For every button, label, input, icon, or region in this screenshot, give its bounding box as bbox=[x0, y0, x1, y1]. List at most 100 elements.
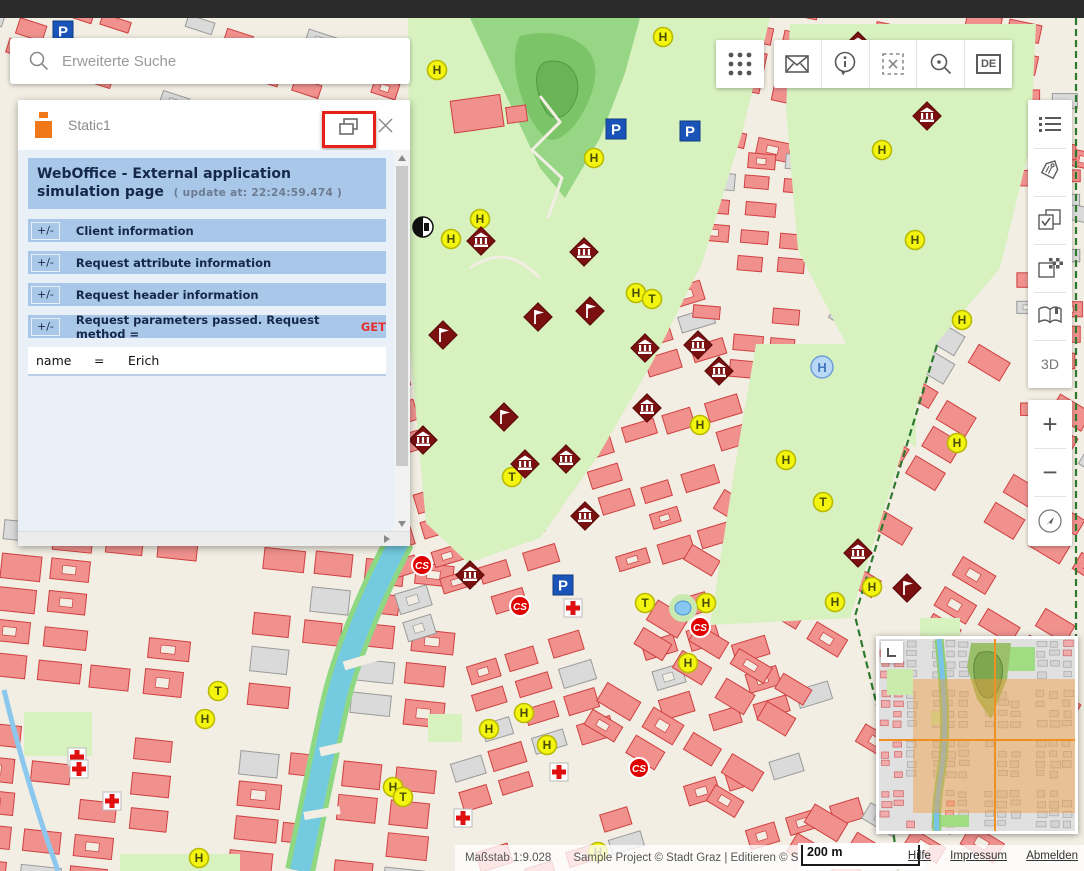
map-marker-stop[interactable]: H bbox=[480, 720, 499, 739]
svg-text:T: T bbox=[508, 470, 516, 484]
map-marker-stop[interactable]: H bbox=[691, 416, 710, 435]
static1-content: WebOffice - External application simulat… bbox=[18, 150, 410, 532]
svg-text:H: H bbox=[520, 706, 529, 720]
map-marker-stop[interactable]: H bbox=[953, 311, 972, 330]
send-mail-button[interactable] bbox=[774, 40, 822, 88]
map-marker-stop[interactable]: H bbox=[863, 578, 882, 597]
map-marker-parking[interactable]: P bbox=[606, 119, 626, 139]
vertical-scrollbar[interactable] bbox=[394, 150, 410, 532]
section-request-attribute[interactable]: +/- Request attribute information bbox=[28, 251, 386, 274]
svg-text:H: H bbox=[476, 212, 485, 226]
map-marker-hospital[interactable]: H bbox=[811, 356, 833, 378]
top-bar bbox=[0, 0, 1084, 18]
restore-window-icon[interactable] bbox=[338, 117, 360, 142]
transparency-button[interactable] bbox=[1028, 244, 1072, 292]
svg-text:H: H bbox=[447, 232, 456, 246]
map-marker-stop[interactable]: H bbox=[515, 704, 534, 723]
zoom-out-button[interactable]: − bbox=[1028, 448, 1072, 496]
map-marker-stop[interactable]: H bbox=[428, 61, 447, 80]
static1-header: Static1 bbox=[18, 100, 410, 150]
window-title: Static1 bbox=[68, 117, 111, 133]
svg-text:H: H bbox=[195, 851, 204, 865]
close-icon[interactable] bbox=[377, 117, 394, 134]
scroll-right-icon[interactable] bbox=[384, 535, 390, 543]
overview-map[interactable] bbox=[876, 636, 1078, 834]
svg-text:T: T bbox=[399, 790, 407, 804]
map-marker-pharmacy[interactable] bbox=[103, 792, 121, 810]
search-icon bbox=[28, 50, 50, 72]
help-link[interactable]: Hilfe bbox=[908, 850, 931, 862]
section-request-header[interactable]: +/- Request header information bbox=[28, 283, 386, 306]
map-marker-stop[interactable]: H bbox=[585, 149, 604, 168]
scroll-up-icon[interactable] bbox=[398, 155, 406, 161]
right-toolbar: 3D bbox=[1028, 100, 1072, 388]
clear-selection-button[interactable] bbox=[870, 40, 918, 88]
section-client-information[interactable]: +/- Client information bbox=[28, 219, 386, 242]
svg-text:CS: CS bbox=[513, 602, 527, 613]
map-marker-stop[interactable]: H bbox=[190, 849, 209, 868]
overview-collapse-button[interactable] bbox=[881, 641, 903, 663]
search-input[interactable] bbox=[60, 52, 410, 71]
static1-window: Static1 WebOffice - External application… bbox=[18, 100, 410, 546]
map-marker-stop[interactable]: H bbox=[697, 594, 716, 613]
param-name: name bbox=[36, 353, 94, 368]
map-marker-stop[interactable]: H bbox=[777, 451, 796, 470]
map-marker-pharmacy[interactable] bbox=[70, 760, 88, 778]
view-3d-button[interactable]: 3D bbox=[1028, 340, 1072, 388]
map-marker-stop[interactable]: H bbox=[471, 210, 490, 229]
identify-button[interactable] bbox=[822, 40, 870, 88]
toggle-button[interactable]: +/- bbox=[31, 286, 60, 304]
zoom-in-button[interactable]: + bbox=[1028, 400, 1072, 448]
scroll-down-icon[interactable] bbox=[398, 521, 406, 527]
map-marker-stop[interactable]: T bbox=[209, 682, 228, 701]
tag-icon bbox=[1038, 160, 1062, 184]
svg-text:H: H bbox=[953, 436, 962, 450]
map-marker-stop[interactable]: H bbox=[948, 434, 967, 453]
map-marker-carsharing[interactable]: CS bbox=[412, 555, 432, 575]
impressum-link[interactable]: Impressum bbox=[950, 850, 1007, 862]
map-marker-stop[interactable]: T bbox=[814, 493, 833, 512]
map-marker-parking[interactable]: P bbox=[553, 575, 573, 595]
map-marker-stop[interactable]: H bbox=[679, 654, 698, 673]
language-button[interactable]: DE bbox=[965, 40, 1012, 88]
overview-canvas[interactable] bbox=[879, 639, 1075, 831]
map-marker-stop[interactable]: H bbox=[196, 710, 215, 729]
table-of-contents-button[interactable] bbox=[1028, 100, 1072, 148]
map-marker-carsharing[interactable]: CS bbox=[629, 758, 649, 778]
toggle-button[interactable]: +/- bbox=[31, 254, 60, 272]
map-marker-carsharing[interactable]: CS bbox=[510, 596, 530, 616]
logout-link[interactable]: Abmelden bbox=[1026, 850, 1078, 862]
map-marker-carsharing[interactable]: CS bbox=[690, 617, 710, 637]
locate-icon bbox=[1037, 508, 1063, 534]
map-marker-stop[interactable]: T bbox=[636, 594, 655, 613]
map-marker-stop[interactable]: H bbox=[654, 28, 673, 47]
map-marker-pharmacy[interactable] bbox=[550, 763, 568, 781]
map-marker-stop[interactable]: H bbox=[873, 141, 892, 160]
horizontal-scrollbar[interactable] bbox=[18, 531, 410, 546]
map-marker-stop[interactable]: T bbox=[643, 290, 662, 309]
svg-text:H: H bbox=[911, 233, 920, 247]
apps-menu-button[interactable] bbox=[716, 40, 764, 88]
map-marker-stop[interactable]: H bbox=[538, 736, 557, 755]
selection-list-button[interactable] bbox=[1028, 196, 1072, 244]
status-bar: Maßstab 1:9.028 Sample Project © Stadt G… bbox=[455, 845, 1084, 871]
section-request-parameters[interactable]: +/- Request parameters passed. Request m… bbox=[28, 315, 386, 338]
map-marker-stop[interactable]: H bbox=[826, 593, 845, 612]
search-bar[interactable] bbox=[10, 38, 410, 84]
param-row: name = Erich bbox=[28, 347, 386, 376]
zoom-tool-button[interactable] bbox=[917, 40, 965, 88]
map-marker-stop[interactable]: H bbox=[442, 230, 461, 249]
map-marker-parking[interactable]: P bbox=[680, 121, 700, 141]
toggle-button[interactable]: +/- bbox=[31, 222, 60, 240]
map-marker-stop[interactable]: T bbox=[394, 788, 413, 807]
scrollbar-thumb[interactable] bbox=[396, 166, 408, 466]
map-marker-stop[interactable]: H bbox=[906, 231, 925, 250]
toggle-button[interactable]: +/- bbox=[31, 318, 60, 336]
locate-button[interactable] bbox=[1028, 496, 1072, 546]
map-marker-pharmacy[interactable] bbox=[564, 599, 582, 617]
map-marker-theatre[interactable] bbox=[413, 217, 433, 237]
labels-button[interactable] bbox=[1028, 148, 1072, 196]
map-marker-pharmacy[interactable] bbox=[454, 809, 472, 827]
svg-text:H: H bbox=[543, 738, 552, 752]
map-book-button[interactable] bbox=[1028, 292, 1072, 340]
